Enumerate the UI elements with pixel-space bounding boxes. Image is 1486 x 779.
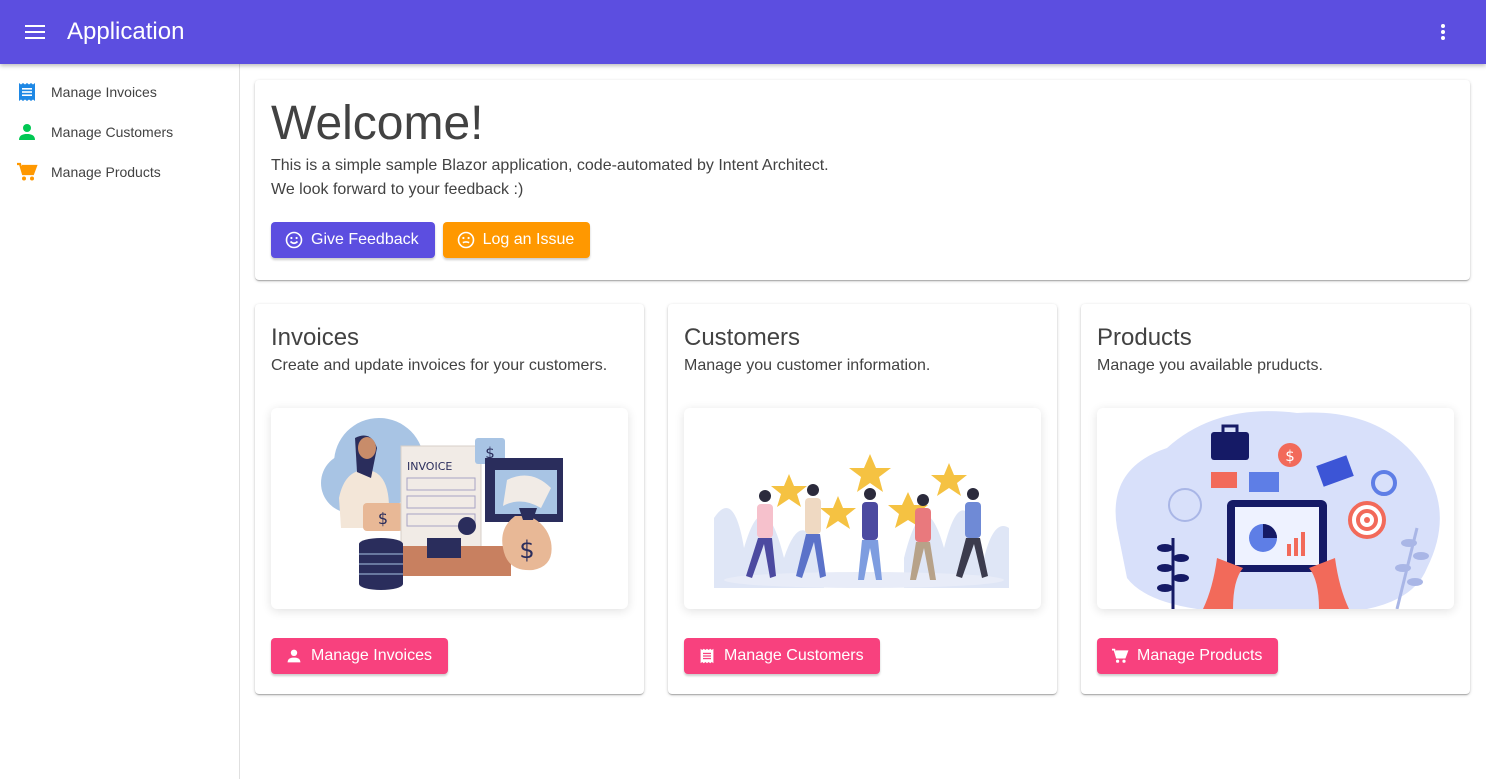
receipt-icon: [697, 646, 717, 666]
card-title: Invoices: [271, 324, 360, 351]
smile-icon: [284, 230, 304, 250]
nav-item-manage-customers[interactable]: Manage Customers: [0, 112, 239, 152]
welcome-line-2: We look forward to your feedback :): [271, 181, 524, 198]
more-options-button[interactable]: [1428, 17, 1458, 47]
card-title: Customers: [684, 324, 801, 351]
card-description: Create and update invoices for your cust…: [271, 357, 608, 374]
nav-item-label: Manage Invoices: [51, 84, 157, 100]
cart-icon: [1110, 646, 1130, 666]
nav-item-label: Manage Customers: [51, 124, 174, 140]
card-description: Manage you customer information.: [684, 357, 931, 374]
svg-text:$: $: [519, 536, 534, 564]
give-feedback-button[interactable]: Give Feedback: [271, 222, 435, 258]
neutral-face-icon: [456, 230, 476, 250]
card-title: Products: [1097, 324, 1192, 351]
menu-icon: [25, 25, 45, 39]
customers-card: Customers Manage you customer informatio…: [668, 304, 1057, 694]
log-issue-label: Log an Issue: [482, 231, 575, 248]
svg-text:$: $: [1285, 447, 1295, 465]
welcome-actions: Give Feedback Log an Issue: [271, 222, 1454, 258]
manage-invoices-button[interactable]: Manage Invoices: [271, 638, 448, 674]
receipt-icon: [16, 81, 38, 103]
card-description: Manage you available pruducts.: [1097, 357, 1323, 374]
manage-products-label: Manage Products: [1137, 647, 1263, 664]
nav-drawer: Manage Invoices Manage Customers Manage …: [0, 64, 240, 779]
more-vert-icon: [1441, 24, 1445, 40]
person-icon: [16, 121, 38, 143]
main-content: Welcome! This is a simple sample Blazor …: [240, 64, 1486, 779]
welcome-panel: Welcome! This is a simple sample Blazor …: [255, 80, 1470, 280]
welcome-line-1: This is a simple sample Blazor applicati…: [271, 157, 829, 174]
customers-illustration: [684, 408, 1041, 609]
svg-text:$: $: [378, 509, 388, 528]
products-illustration: $: [1097, 408, 1454, 609]
manage-products-button[interactable]: Manage Products: [1097, 638, 1279, 674]
nav-item-manage-products[interactable]: Manage Products: [0, 152, 239, 192]
nav-item-label: Manage Products: [51, 164, 161, 180]
manage-customers-button[interactable]: Manage Customers: [684, 638, 880, 674]
manage-invoices-label: Manage Invoices: [311, 647, 432, 664]
log-issue-button[interactable]: Log an Issue: [442, 222, 591, 258]
cart-icon: [16, 161, 38, 183]
products-card: Products Manage you available pruducts. …: [1081, 304, 1470, 694]
manage-customers-label: Manage Customers: [724, 647, 864, 664]
invoices-illustration: $ INVOICE $ $: [271, 408, 628, 609]
app-bar: Application: [0, 0, 1486, 64]
app-title: Application: [67, 18, 185, 45]
welcome-title: Welcome!: [271, 97, 484, 150]
give-feedback-label: Give Feedback: [311, 231, 419, 248]
menu-button[interactable]: [12, 9, 58, 55]
person-icon: [284, 646, 304, 666]
invoices-card: Invoices Create and update invoices for …: [255, 304, 644, 694]
nav-item-manage-invoices[interactable]: Manage Invoices: [0, 72, 239, 112]
invoice-paper-label: INVOICE: [407, 460, 452, 473]
